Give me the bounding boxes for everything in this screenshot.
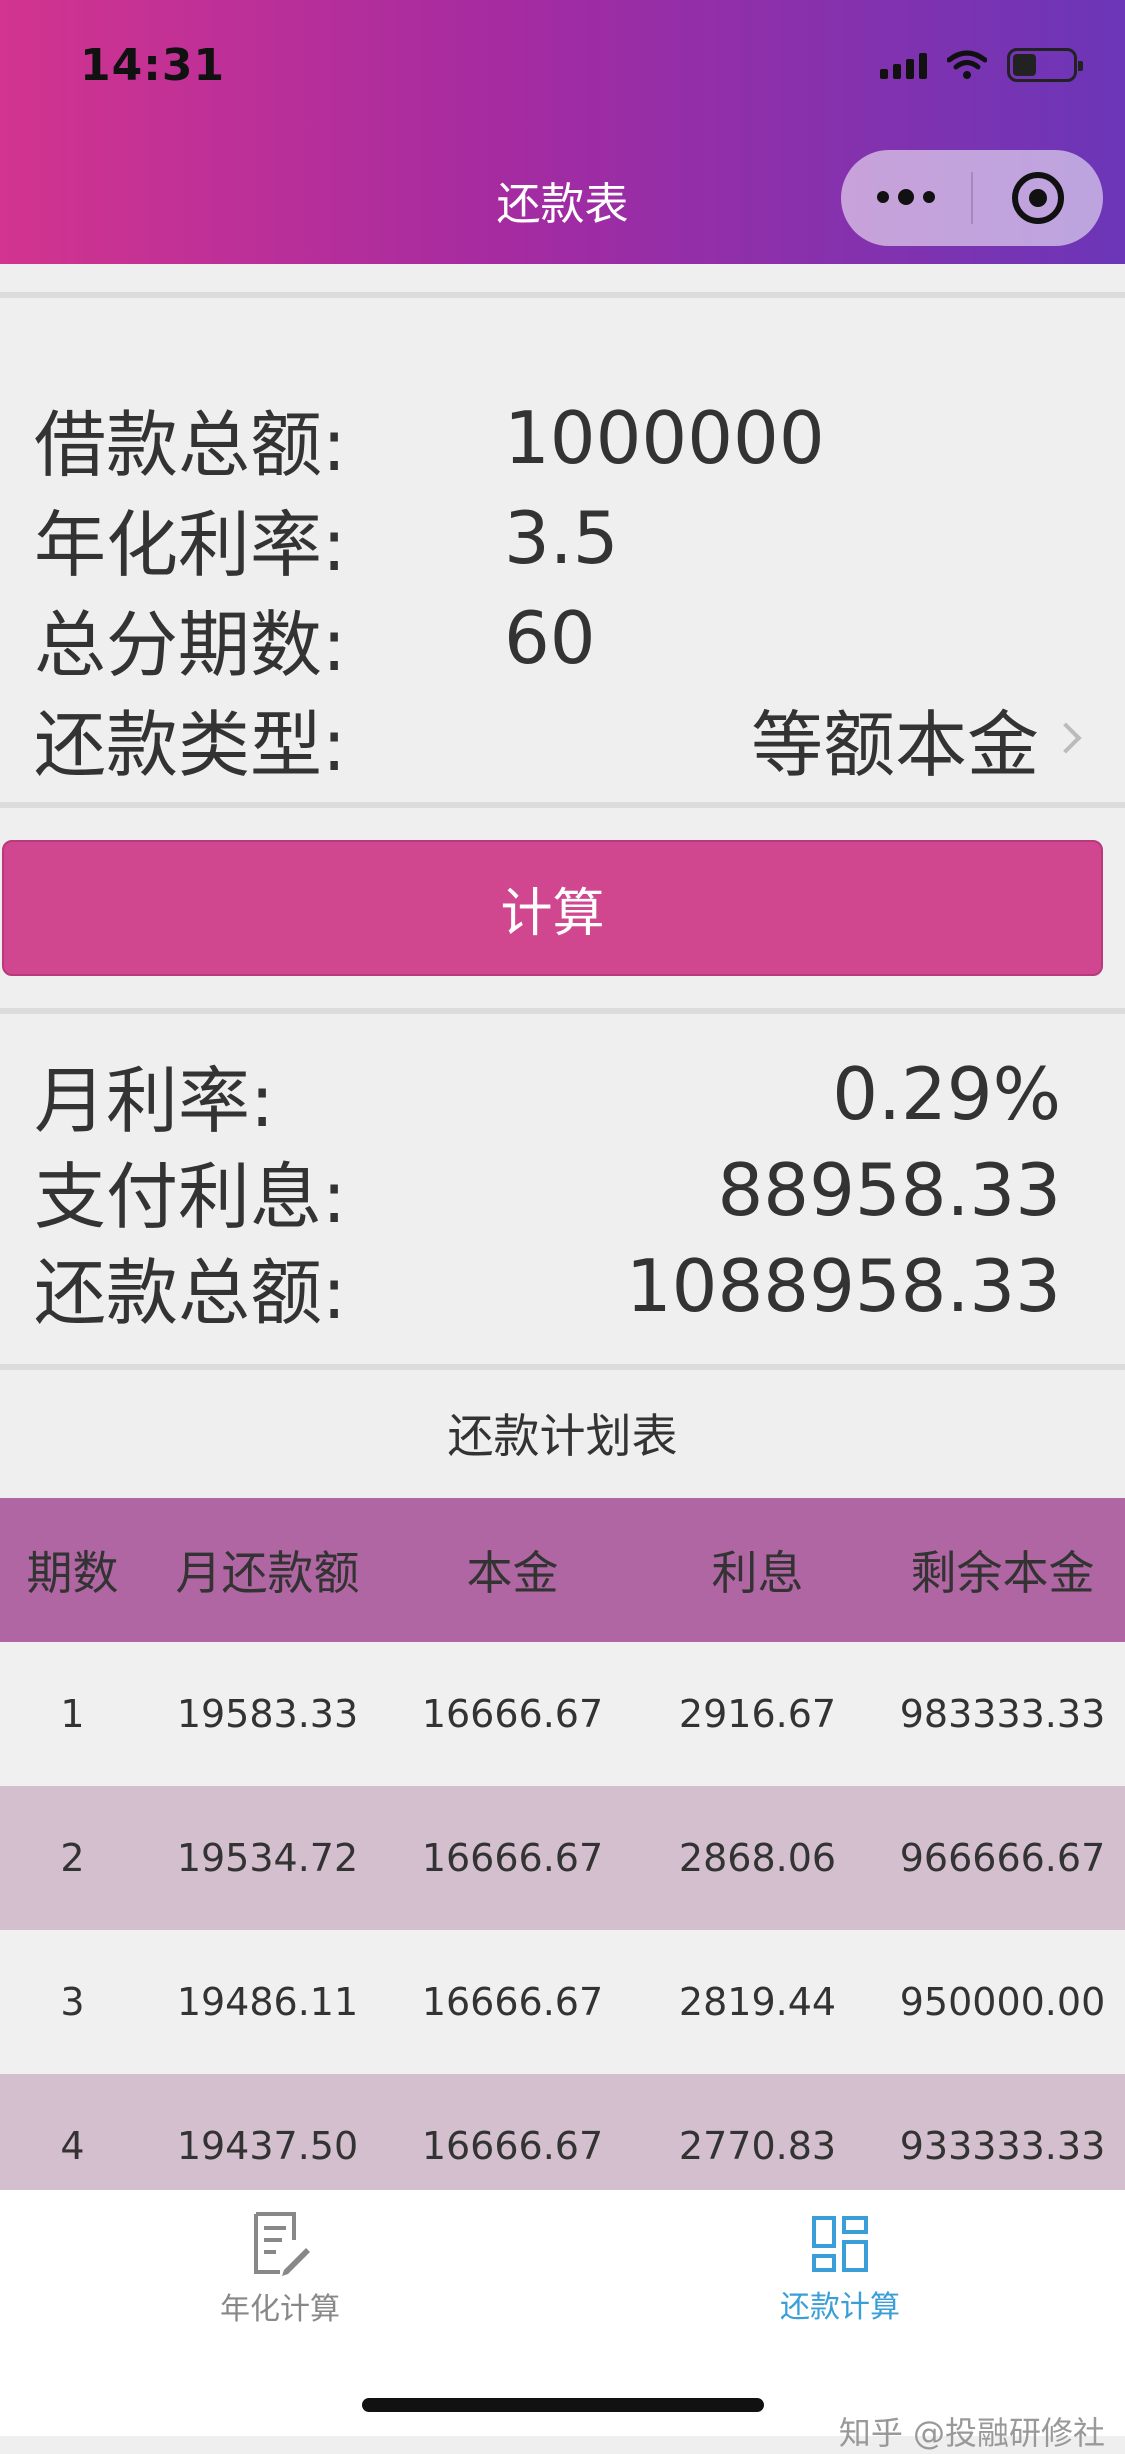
- schedule-table: 期数 月还款额 本金 利息 剩余本金 1 19583.33 16666.67 2…: [0, 1498, 1125, 2218]
- interest-value: 88958.33: [717, 1148, 1061, 1232]
- table-header-row: 期数 月还款额 本金 利息 剩余本金: [0, 1498, 1125, 1642]
- cell-interest: 2868.06: [678, 1836, 837, 1880]
- table-row: 1 19583.33 16666.67 2916.67 983333.33: [0, 1642, 1125, 1786]
- header-period: 期数: [26, 1546, 119, 1600]
- chevron-right-icon: [1050, 722, 1082, 754]
- close-mini-program-button[interactable]: [973, 150, 1103, 246]
- status-time: 14:31: [80, 40, 226, 91]
- table-row: 2 19534.72 16666.67 2868.06 966666.67: [0, 1786, 1125, 1930]
- target-icon: [1012, 172, 1064, 224]
- divider: [0, 1008, 1125, 1014]
- cell-interest: 2770.83: [678, 2124, 837, 2168]
- divider: [0, 1364, 1125, 1370]
- cell-principal: 16666.67: [421, 2124, 604, 2168]
- tab-repayment-calc-label: 还款计算: [780, 2290, 900, 2325]
- interest-row: 支付利息: 88958.33: [34, 1140, 1091, 1240]
- document-edit-icon: [254, 2212, 310, 2276]
- cell-principal: 16666.67: [421, 1692, 604, 1736]
- wifi-icon: [947, 50, 987, 79]
- cell-interest: 2916.67: [678, 1692, 837, 1736]
- annual-rate-row: 年化利率: 3.5: [34, 488, 1091, 588]
- grid-icon: [812, 2216, 868, 2272]
- cell-monthly-payment: 19437.50: [176, 2124, 359, 2168]
- cell-interest: 2819.44: [678, 1980, 837, 2024]
- periods-row: 总分期数: 60: [34, 588, 1091, 688]
- cell-monthly-payment: 19486.11: [176, 1980, 359, 2024]
- interest-label: 支付利息:: [34, 1154, 347, 1239]
- total-row: 还款总额: 1088958.33: [34, 1236, 1091, 1336]
- annual-rate-input[interactable]: 3.5: [504, 496, 1091, 580]
- cell-monthly-payment: 19583.33: [176, 1692, 359, 1736]
- total-label: 还款总额:: [34, 1250, 347, 1335]
- tab-repayment-calc[interactable]: 还款计算: [690, 2210, 990, 2326]
- monthly-rate-value: 0.29%: [832, 1052, 1061, 1136]
- annual-rate-label: 年化利率:: [34, 502, 347, 587]
- header-monthly-payment: 月还款额: [175, 1546, 360, 1600]
- app-header: 14:31 还款表: [0, 0, 1125, 264]
- watermark: 知乎 @投融研修社: [838, 2414, 1105, 2452]
- header-remaining-principal: 剩余本金: [910, 1546, 1095, 1600]
- divider: [0, 292, 1125, 298]
- divider: [0, 802, 1125, 808]
- loan-amount-row: 借款总额: 1000000: [34, 388, 1091, 488]
- loan-amount-input[interactable]: 1000000: [504, 396, 1091, 480]
- repay-type-label: 还款类型:: [34, 702, 347, 787]
- periods-label: 总分期数:: [34, 602, 347, 687]
- mini-program-capsule: [841, 150, 1103, 246]
- cell-period: 3: [60, 1980, 85, 2024]
- header-principal: 本金: [466, 1546, 559, 1600]
- repay-type-row[interactable]: 还款类型: 等额本金: [34, 688, 1091, 788]
- total-value: 1088958.33: [625, 1244, 1061, 1328]
- cell-remaining-principal: 933333.33: [899, 2124, 1106, 2168]
- loan-amount-label: 借款总额:: [34, 402, 347, 487]
- cell-principal: 16666.67: [421, 1980, 604, 2024]
- calculate-button[interactable]: 计算: [2, 840, 1103, 976]
- periods-input[interactable]: 60: [504, 596, 1091, 680]
- schedule-title: 还款计划表: [447, 1409, 678, 1463]
- header-interest: 利息: [711, 1546, 804, 1600]
- tab-annual-calc-label: 年化计算: [220, 2292, 340, 2327]
- more-button[interactable]: [841, 150, 971, 246]
- battery-icon: [1007, 48, 1083, 82]
- more-dots-icon: [877, 189, 935, 205]
- table-row: 3 19486.11 16666.67 2819.44 950000.00: [0, 1930, 1125, 2074]
- cell-principal: 16666.67: [421, 1836, 604, 1880]
- status-icons: [880, 48, 1083, 82]
- monthly-rate-label: 月利率:: [34, 1058, 275, 1143]
- cell-period: 2: [60, 1836, 85, 1880]
- repay-type-picker[interactable]: 等额本金: [504, 686, 1091, 791]
- cell-remaining-principal: 966666.67: [899, 1836, 1106, 1880]
- monthly-rate-row: 月利率: 0.29%: [34, 1044, 1091, 1144]
- cell-monthly-payment: 19534.72: [176, 1836, 359, 1880]
- cell-period: 1: [60, 1692, 85, 1736]
- repay-type-value: 等额本金: [750, 702, 1039, 787]
- cellular-signal-icon: [880, 51, 927, 79]
- tab-annual-calc[interactable]: 年化计算: [130, 2210, 430, 2328]
- home-indicator[interactable]: [362, 2398, 764, 2412]
- cell-remaining-principal: 983333.33: [899, 1692, 1106, 1736]
- cell-remaining-principal: 950000.00: [899, 1980, 1106, 2024]
- cell-period: 4: [60, 2124, 85, 2168]
